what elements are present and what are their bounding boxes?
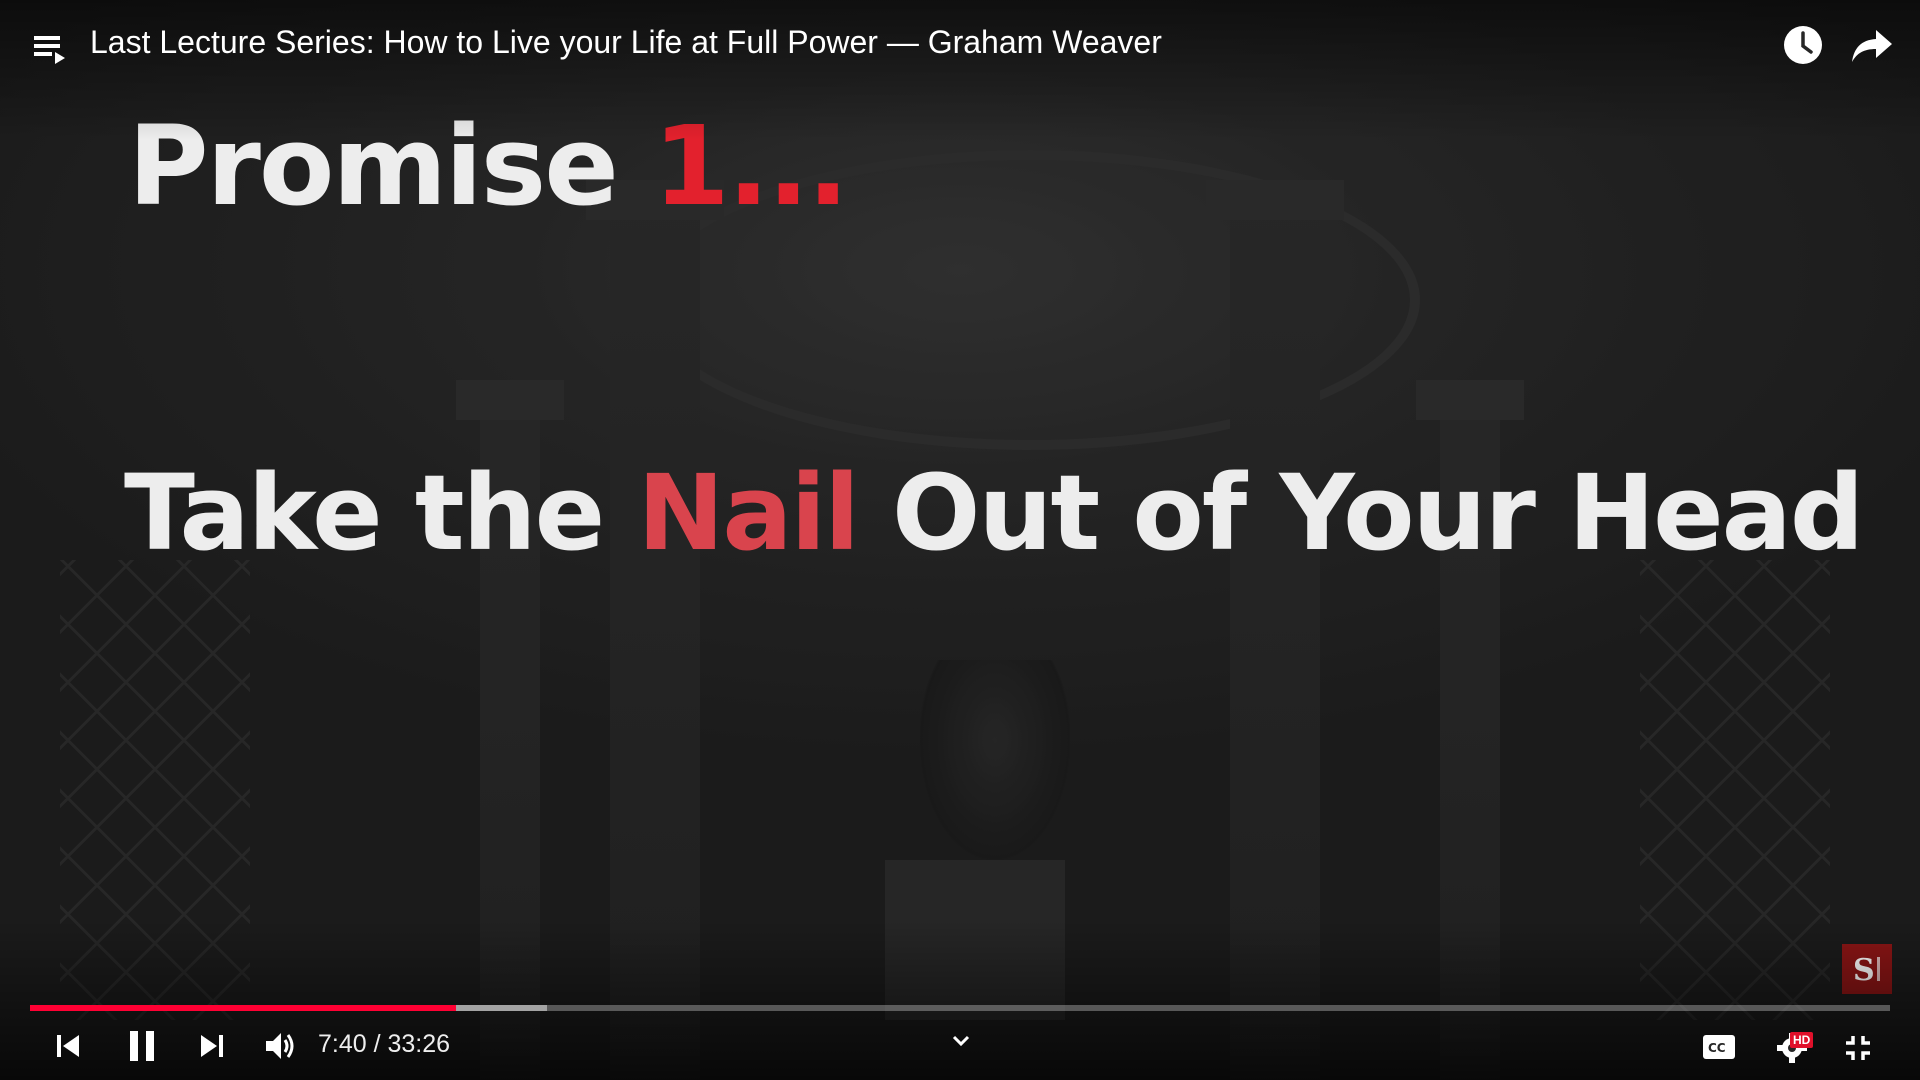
pause-icon bbox=[130, 1031, 154, 1061]
progress-bar[interactable] bbox=[30, 1005, 1890, 1011]
skip-previous-icon bbox=[57, 1035, 79, 1057]
volume-button[interactable] bbox=[258, 1024, 302, 1068]
fullscreen-exit-icon bbox=[1846, 1036, 1870, 1060]
video-player[interactable]: Promise 1... Take the Nail Out of Your H… bbox=[0, 0, 1920, 1080]
fullscreen-exit-button[interactable] bbox=[1838, 1028, 1878, 1068]
video-title[interactable]: Last Lecture Series: How to Live your Li… bbox=[90, 24, 1162, 61]
chevron-down-icon bbox=[952, 1035, 970, 1047]
pause-button[interactable] bbox=[120, 1024, 164, 1068]
hd-badge: HD bbox=[1790, 1032, 1814, 1048]
skip-next-icon bbox=[201, 1035, 223, 1057]
expand-button[interactable] bbox=[944, 1026, 978, 1056]
next-button[interactable] bbox=[192, 1026, 232, 1066]
time-display: 7:40 / 33:26 bbox=[318, 1030, 451, 1058]
slide-main-text: Take the Nail Out of Your Head bbox=[124, 452, 1864, 574]
slide-main-prefix: Take the bbox=[124, 452, 638, 574]
volume-icon bbox=[266, 1033, 294, 1059]
previous-button[interactable] bbox=[48, 1026, 88, 1066]
cc-icon: CC bbox=[1703, 1035, 1735, 1059]
svg-text:CC: CC bbox=[1708, 1041, 1726, 1055]
share-icon[interactable] bbox=[1850, 26, 1894, 66]
slide-main-highlight: Nail bbox=[637, 452, 860, 574]
playlist-icon[interactable] bbox=[30, 30, 70, 68]
clock-icon[interactable] bbox=[1782, 24, 1824, 66]
top-bar: Last Lecture Series: How to Live your Li… bbox=[0, 0, 1920, 90]
captions-button[interactable]: CC bbox=[1700, 1030, 1738, 1064]
slide-main-suffix: Out of Your Head bbox=[857, 452, 1864, 574]
progress-played bbox=[30, 1005, 457, 1011]
